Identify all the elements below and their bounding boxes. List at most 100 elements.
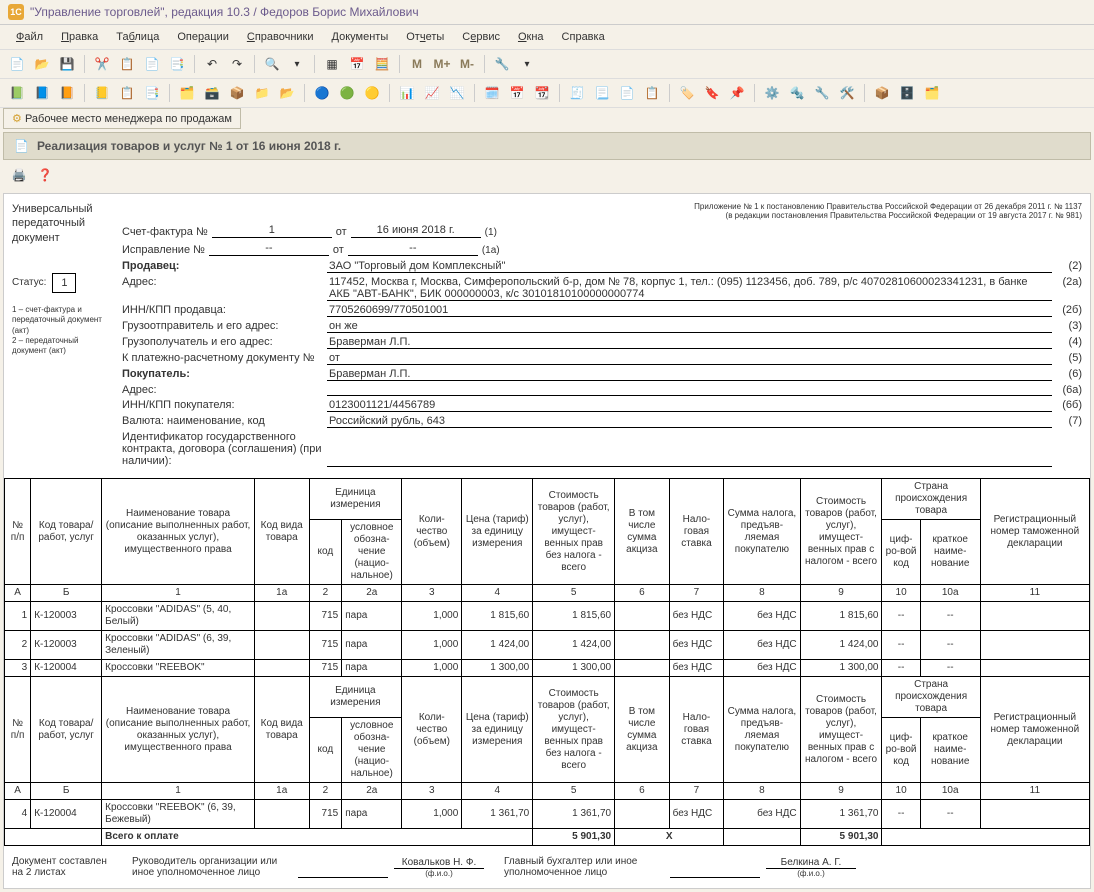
footnote-2: 2 – передаточный документ (акт)	[12, 336, 112, 357]
tb2-25-icon[interactable]: 🏷️	[676, 82, 698, 104]
tb2-1-icon[interactable]: 📗	[6, 82, 28, 104]
tool-icon[interactable]: 🔧	[491, 53, 513, 75]
tb2-22-icon[interactable]: 📃	[591, 82, 613, 104]
menu-catalogs[interactable]: Справочники	[239, 28, 322, 46]
field-label: Адрес:	[122, 384, 327, 396]
menu-help[interactable]: Справка	[554, 28, 613, 46]
tb2-11-icon[interactable]: 📂	[276, 82, 298, 104]
tb2-34-icon[interactable]: 🗂️	[921, 82, 943, 104]
window-titlebar: 1C "Управление торговлей", редакция 10.3…	[0, 0, 1094, 25]
tb2-33-icon[interactable]: 🗄️	[896, 82, 918, 104]
help-icon[interactable]: ❓	[34, 164, 56, 186]
tb2-2-icon[interactable]: 📘	[31, 82, 53, 104]
menu-edit[interactable]: Правка	[53, 28, 106, 46]
tb2-28-icon[interactable]: ⚙️	[761, 82, 783, 104]
field-label: Адрес:	[122, 276, 327, 301]
tb2-9-icon[interactable]: 📦	[226, 82, 248, 104]
calc2-icon[interactable]: 🧮	[371, 53, 393, 75]
sf-ot: от	[336, 226, 347, 238]
undo-icon[interactable]: ↶	[201, 53, 223, 75]
tb2-16-icon[interactable]: 📈	[421, 82, 443, 104]
tb2-23-icon[interactable]: 📄	[616, 82, 638, 104]
m-icon[interactable]: M	[406, 53, 428, 75]
paste-icon[interactable]: 📄	[141, 53, 163, 75]
tb2-3-icon[interactable]: 📙	[56, 82, 78, 104]
mminus-icon[interactable]: M-	[456, 53, 478, 75]
menu-table[interactable]: Таблица	[108, 28, 167, 46]
field-paren: (3)	[1052, 320, 1082, 333]
sf-label: Счет-фактура №	[122, 226, 208, 238]
doc-icon: 📄	[14, 139, 29, 153]
menu-operations[interactable]: Операции	[169, 28, 236, 46]
calc-icon[interactable]: ▾	[286, 53, 308, 75]
acc-name: Белкина А. Г.	[766, 857, 856, 869]
sep	[84, 55, 85, 73]
tb2-27-icon[interactable]: 📌	[726, 82, 748, 104]
tb2-12-icon[interactable]: 🔵	[311, 82, 333, 104]
open-icon[interactable]: 📂	[31, 53, 53, 75]
sep	[669, 84, 670, 102]
tb2-15-icon[interactable]: 📊	[396, 82, 418, 104]
tb2-24-icon[interactable]: 📋	[641, 82, 663, 104]
cut-icon[interactable]: ✂️	[91, 53, 113, 75]
field-row: К платежно-расчетному документу №от(5)	[122, 352, 1082, 365]
menu-windows[interactable]: Окна	[510, 28, 552, 46]
document-titlebar: 📄 Реализация товаров и услуг № 1 от 16 и…	[3, 132, 1091, 160]
menu-file[interactable]: Файл	[8, 28, 51, 46]
tb2-21-icon[interactable]: 🧾	[566, 82, 588, 104]
field-row: ИНН/КПП покупателя:0123001121/4456789(6б…	[122, 399, 1082, 412]
tb2-29-icon[interactable]: 🔩	[786, 82, 808, 104]
mplus-icon[interactable]: M+	[431, 53, 453, 75]
items-table-2: № п/п Код товара/ работ, услуг Наименова…	[4, 676, 1090, 846]
document-title: Реализация товаров и услуг № 1 от 16 июн…	[37, 139, 341, 153]
main-column: Приложение № 1 к постановлению Правитель…	[122, 202, 1082, 470]
save-icon[interactable]: 💾	[56, 53, 78, 75]
sep	[194, 55, 195, 73]
tb2-18-icon[interactable]: 🗓️	[481, 82, 503, 104]
field-row: Адрес:(6а)	[122, 384, 1082, 396]
redo-icon[interactable]: ↷	[226, 53, 248, 75]
tb2-8-icon[interactable]: 🗃️	[201, 82, 223, 104]
tb2-4-icon[interactable]: 📒	[91, 82, 113, 104]
copy-icon[interactable]: 📋	[116, 53, 138, 75]
tb2-31-icon[interactable]: 🛠️	[836, 82, 858, 104]
dd-icon[interactable]: ▾	[516, 53, 538, 75]
toolbar-2: 📗 📘 📙 📒 📋 📑 🗂️ 🗃️ 📦 📁 📂 🔵 🟢 🟡 📊 📈 📉 🗓️ 📅…	[0, 79, 1094, 108]
corr-no: --	[209, 242, 329, 256]
copy2-icon[interactable]: 📑	[166, 53, 188, 75]
menu-documents[interactable]: Документы	[324, 28, 397, 46]
field-label: Продавец:	[122, 260, 327, 273]
correction-row: Исправление № -- от -- (1а)	[122, 242, 1082, 256]
field-row: Продавец:ЗАО "Торговый дом Комплексный"(…	[122, 260, 1082, 273]
field-label: ИНН/КПП покупателя:	[122, 399, 327, 412]
tb2-10-icon[interactable]: 📁	[251, 82, 273, 104]
tb2-7-icon[interactable]: 🗂️	[176, 82, 198, 104]
tb2-6-icon[interactable]: 📑	[141, 82, 163, 104]
tb2-17-icon[interactable]: 📉	[446, 82, 468, 104]
tb2-5-icon[interactable]: 📋	[116, 82, 138, 104]
tab-workspace[interactable]: ⚙ Рабочее место менеджера по продажам	[3, 108, 241, 129]
tb2-20-icon[interactable]: 📆	[531, 82, 553, 104]
menu-service[interactable]: Сервис	[454, 28, 508, 46]
tb2-26-icon[interactable]: 🔖	[701, 82, 723, 104]
new-icon[interactable]: 📄	[6, 53, 28, 75]
corr-label: Исправление №	[122, 244, 205, 256]
menu-reports[interactable]: Отчеты	[398, 28, 452, 46]
tb2-30-icon[interactable]: 🔧	[811, 82, 833, 104]
print-icon[interactable]: 🖨️	[8, 164, 30, 186]
zoom-icon[interactable]: 🔍	[261, 53, 283, 75]
calendar-icon[interactable]: 📅	[346, 53, 368, 75]
sep	[484, 55, 485, 73]
items-table-1: № п/п Код товара/ работ, услуг Наименова…	[4, 478, 1090, 677]
tb2-32-icon[interactable]: 📦	[871, 82, 893, 104]
tb2-19-icon[interactable]: 📅	[506, 82, 528, 104]
sep	[84, 84, 85, 102]
grid-icon[interactable]: ▦	[321, 53, 343, 75]
field-value	[327, 384, 1052, 396]
tb2-14-icon[interactable]: 🟡	[361, 82, 383, 104]
tab-row: ⚙ Рабочее место менеджера по продажам	[0, 108, 1094, 132]
field-value	[327, 431, 1052, 467]
field-paren: (6)	[1052, 368, 1082, 381]
field-value: 0123001121/4456789	[327, 399, 1052, 412]
tb2-13-icon[interactable]: 🟢	[336, 82, 358, 104]
